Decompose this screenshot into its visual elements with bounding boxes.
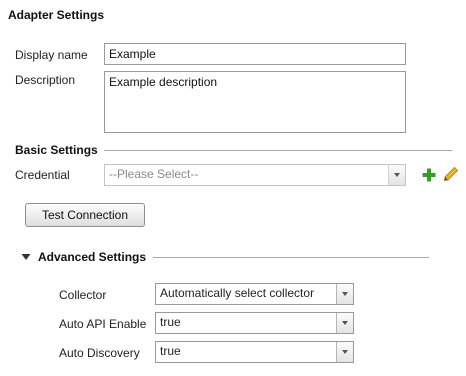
- collector-dropdown-button[interactable]: [336, 284, 353, 304]
- pencil-icon: [444, 166, 459, 181]
- display-name-label: Display name: [15, 48, 88, 62]
- collector-select[interactable]: Automatically select collector: [155, 283, 354, 305]
- edit-credential-button[interactable]: [443, 166, 459, 182]
- panel-title: Adapter Settings: [8, 8, 105, 22]
- caret-down-icon: [21, 254, 31, 260]
- credential-label: Credential: [15, 168, 70, 182]
- chevron-down-icon: [394, 173, 400, 177]
- auto-api-enable-label: Auto API Enable: [59, 317, 147, 331]
- display-name-input[interactable]: [104, 43, 406, 65]
- chevron-down-icon: [342, 292, 348, 296]
- auto-api-enable-select[interactable]: true: [155, 312, 354, 334]
- basic-settings-heading: Basic Settings: [15, 143, 98, 157]
- auto-api-enable-select-value: true: [160, 315, 181, 329]
- auto-discovery-dropdown-button[interactable]: [336, 342, 353, 362]
- advanced-settings-divider: [153, 257, 429, 258]
- chevron-down-icon: [342, 321, 348, 325]
- collector-select-value: Automatically select collector: [160, 286, 315, 300]
- basic-settings-divider: [104, 150, 452, 151]
- auto-api-enable-dropdown-button[interactable]: [336, 313, 353, 333]
- auto-discovery-select-value: true: [160, 344, 181, 358]
- advanced-settings-heading[interactable]: Advanced Settings: [38, 250, 146, 264]
- auto-discovery-select[interactable]: true: [155, 341, 354, 363]
- collector-label: Collector: [59, 288, 107, 302]
- add-credential-button[interactable]: [421, 167, 437, 183]
- chevron-down-icon: [342, 350, 348, 354]
- description-textarea[interactable]: Example description: [104, 71, 406, 133]
- auto-discovery-label: Auto Discovery: [59, 346, 140, 360]
- description-label: Description: [15, 73, 76, 87]
- credential-select[interactable]: --Please Select--: [104, 164, 406, 186]
- credential-select-value: --Please Select--: [109, 167, 199, 181]
- credential-dropdown-button[interactable]: [388, 165, 405, 185]
- test-connection-button[interactable]: Test Connection: [25, 203, 145, 227]
- advanced-settings-toggle[interactable]: [20, 252, 32, 262]
- plus-icon: [422, 168, 436, 182]
